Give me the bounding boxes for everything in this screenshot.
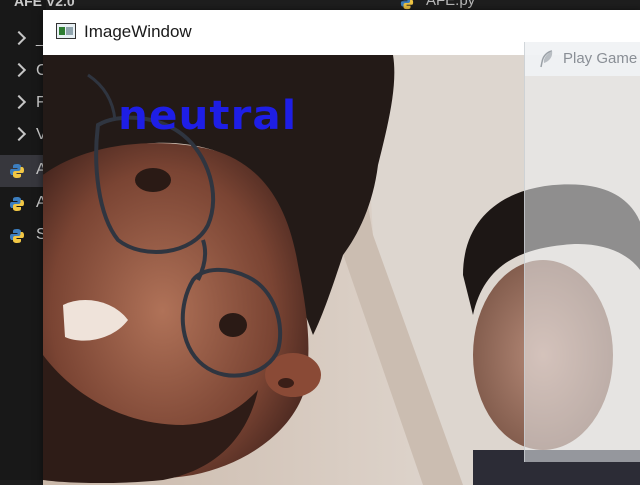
image-window[interactable]: ImageWindow neutral Play Game <box>43 10 640 485</box>
play-game-window[interactable]: Play Game <box>524 42 640 462</box>
chevron-right-icon <box>11 126 27 142</box>
tree-folder-row[interactable]: V <box>0 120 47 152</box>
tree-file-row[interactable]: S <box>0 220 47 252</box>
python-icon <box>10 229 24 243</box>
game-window-title: Play Game <box>563 50 638 67</box>
tree-file-row[interactable]: A <box>0 155 47 187</box>
image-window-icon <box>56 23 76 39</box>
game-window-titlebar[interactable]: Play Game <box>525 42 640 76</box>
emotion-label: neutral <box>118 93 298 139</box>
window-title: ImageWindow <box>84 22 192 41</box>
tree-folder-row[interactable]: F <box>0 88 46 120</box>
editor-tab[interactable]: AFE.py <box>426 0 475 9</box>
tree-folder-row[interactable]: _ <box>0 24 46 56</box>
chevron-right-icon <box>11 62 27 78</box>
feather-icon <box>540 50 553 68</box>
tree-folder-row[interactable]: C <box>0 56 48 88</box>
tree-file-row[interactable]: A <box>0 188 47 220</box>
chevron-right-icon <box>11 30 27 46</box>
python-icon <box>400 0 414 10</box>
python-icon <box>10 197 24 211</box>
chevron-right-icon <box>11 94 27 110</box>
editor-sidebar: AFE V2.0 _ C F V A A S <box>0 0 75 480</box>
python-icon <box>10 164 24 178</box>
project-title: AFE V2.0 <box>14 0 75 9</box>
